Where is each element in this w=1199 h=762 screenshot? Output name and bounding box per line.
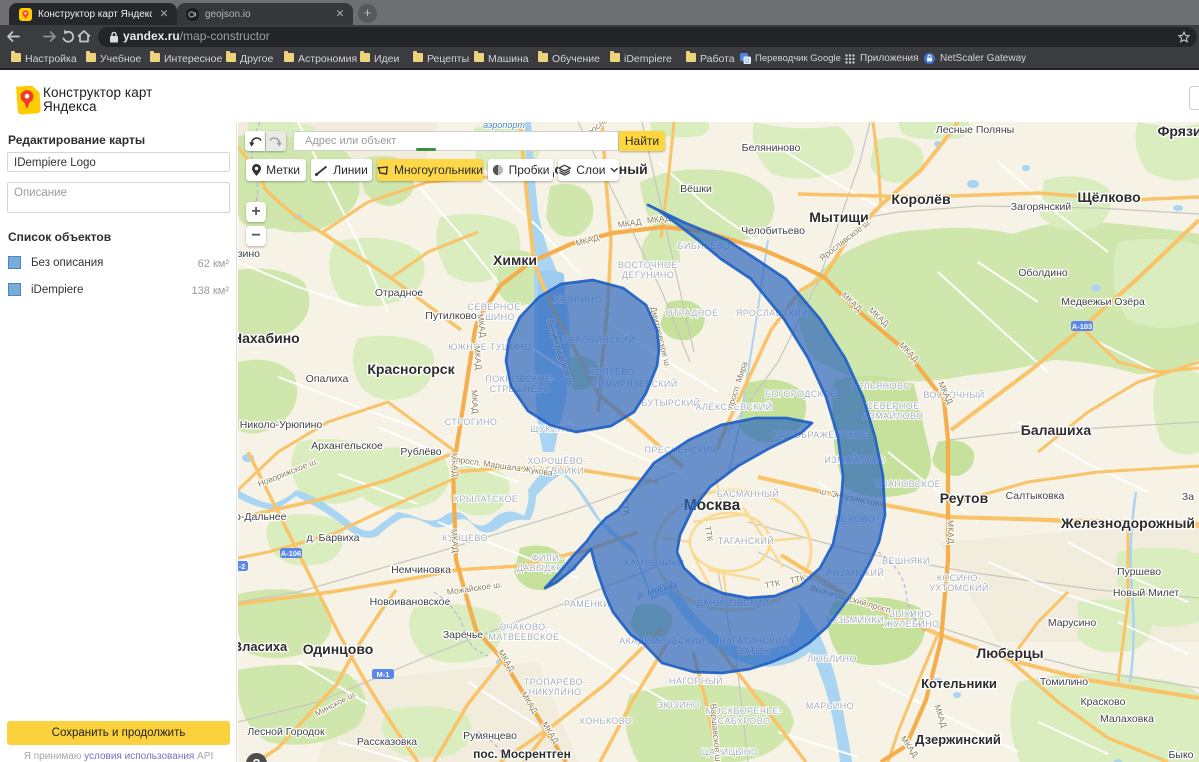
svg-text:ЛЮБЛИНО: ЛЮБЛИНО xyxy=(807,654,857,664)
svg-text:КОНЬКОВО: КОНЬКОВО xyxy=(580,716,633,726)
svg-text:пос. Мосрентген: пос. Мосрентген xyxy=(473,747,571,761)
svg-text:Быко: Быко xyxy=(1169,749,1194,761)
svg-text:Одинцово: Одинцово xyxy=(303,641,374,657)
svg-text:Опалиха: Опалиха xyxy=(306,373,349,385)
svg-text:озино: озино xyxy=(238,248,260,260)
svg-text:ЖУЛЕБИНО: ЖУЛЕБИНО xyxy=(885,619,940,629)
svg-text:Люберцы: Люберцы xyxy=(976,645,1043,661)
svg-text:СТРОГИНО: СТРОГИНО xyxy=(445,417,498,427)
svg-text:МКАД: МКАД xyxy=(449,529,461,554)
svg-text:Рассказовка: Рассказовка xyxy=(357,736,417,748)
svg-text:ЗЮЗИНО: ЗЮЗИНО xyxy=(658,700,700,710)
svg-text:УХТОМСКИЙ: УХТОМСКИЙ xyxy=(929,582,989,593)
svg-text:КОСИНО-: КОСИНО- xyxy=(937,573,981,583)
svg-text:Заречье: Заречье xyxy=(443,629,483,641)
svg-text:Дзержинский: Дзержинский xyxy=(915,732,1001,747)
svg-text:ФИЛИ-: ФИЛИ- xyxy=(532,553,563,563)
svg-text:ТАГАНСКИЙ: ТАГАНСКИЙ xyxy=(718,535,774,546)
svg-text:Томилино: Томилино xyxy=(1040,676,1088,688)
svg-text:Красково: Красково xyxy=(1081,696,1126,708)
svg-text:Оболдино: Оболдино xyxy=(1018,267,1068,279)
svg-text:ЦАРИЦЫНО: ЦАРИЦЫНО xyxy=(702,747,758,757)
svg-text:Салтыковка: Салтыковка xyxy=(1006,490,1065,502)
svg-text:ДЕГУНИНО: ДЕГУНИНО xyxy=(622,270,674,280)
svg-text:ОТРАДНОЕ: ОТРАДНОЕ xyxy=(666,308,719,318)
svg-text:Загорянский: Загорянский xyxy=(1011,201,1072,213)
svg-text:А-103: А-103 xyxy=(1072,322,1092,331)
svg-text:Фрязино: Фрязино xyxy=(1157,123,1199,139)
svg-text:ВОСТОЧНОЕ: ВОСТОЧНОЕ xyxy=(618,260,678,270)
svg-text:МКАД: МКАД xyxy=(472,345,484,370)
svg-text:ТРОПАРЁВО-: ТРОПАРЁВО- xyxy=(524,677,587,687)
svg-text:Новоивановское: Новоивановское xyxy=(370,596,451,608)
svg-text:СЕВЕРНОЕ: СЕВЕРНОЕ xyxy=(866,401,919,411)
svg-text:Марусино: Марусино xyxy=(1048,617,1096,629)
svg-text:аэропорт: аэропорт xyxy=(483,122,525,130)
svg-text:Беляниново: Беляниново xyxy=(742,142,801,154)
svg-text:Котельники: Котельники xyxy=(921,676,997,691)
svg-text:НИКУЛИНО: НИКУЛИНО xyxy=(529,687,582,697)
svg-text:Нахабино: Нахабино xyxy=(238,330,300,346)
svg-text:Лесной Городок: Лесной Городок xyxy=(247,726,325,738)
svg-text:А-106: А-106 xyxy=(281,549,301,558)
svg-text:Щёлково: Щёлково xyxy=(1077,189,1140,205)
svg-text:КУНЦЕВО: КУНЦЕВО xyxy=(442,533,488,543)
svg-text:Пуршево: Пуршево xyxy=(1117,566,1161,578)
svg-text:КРЫЛАТСКОЕ: КРЫЛАТСКОЕ xyxy=(454,494,519,504)
svg-text:-2: -2 xyxy=(239,562,246,571)
svg-text:Балашиха: Балашиха xyxy=(1021,422,1092,438)
svg-text:ОЧАКОВО-: ОЧАКОВО- xyxy=(499,622,549,632)
svg-text:Железнодорожный: Железнодорожный xyxy=(1060,515,1195,531)
svg-text:МАТВЕЕВСКОЕ: МАТВЕЕВСКОЕ xyxy=(488,632,559,642)
svg-text:Красногорск: Красногорск xyxy=(367,361,455,377)
svg-text:во-Дальнее: во-Дальнее xyxy=(238,511,287,523)
svg-text:Николо-Урюпино: Николо-Урюпино xyxy=(240,419,323,431)
svg-text:Власиха: Власиха xyxy=(238,639,288,654)
svg-text:Лесные Поляны: Лесные Поляны xyxy=(936,124,1014,136)
svg-text:МАРЬИНО: МАРЬИНО xyxy=(806,701,854,711)
svg-text:Немчиновка: Немчиновка xyxy=(391,564,451,576)
svg-text:ИЗМАЙЛОВО: ИЗМАЙЛОВО xyxy=(862,410,923,421)
svg-text:Вёшки: Вёшки xyxy=(680,183,712,195)
svg-text:Отрадное: Отрадное xyxy=(375,287,423,299)
svg-text:Новый Милет: Новый Милет xyxy=(1113,587,1180,599)
svg-text:Малаховка: Малаховка xyxy=(1100,713,1154,725)
svg-text:Реутов: Реутов xyxy=(940,490,989,506)
svg-text:Архангельское: Архангельское xyxy=(311,440,383,452)
svg-text:Путилково: Путилково xyxy=(425,310,477,322)
svg-text:НАГОРНЫЙ: НАГОРНЫЙ xyxy=(669,675,723,686)
svg-text:Химки: Химки xyxy=(493,252,537,268)
svg-text:САБУРОВО: САБУРОВО xyxy=(718,716,770,726)
svg-text:РАМЕНКИ: РАМЕНКИ xyxy=(564,599,610,609)
svg-text:М-1: М-1 xyxy=(377,670,390,679)
svg-text:МКАД: МКАД xyxy=(946,520,957,544)
svg-text:Медвежьи Озёра: Медвежьи Озёра xyxy=(1061,296,1145,308)
svg-text:БУТЫРСКИЙ: БУТЫРСКИЙ xyxy=(641,397,700,408)
svg-text:G: G xyxy=(745,59,750,64)
svg-text:Королёв: Королёв xyxy=(891,191,951,207)
svg-text:За: За xyxy=(1182,491,1194,503)
svg-text:Рублёво: Рублёво xyxy=(400,446,441,458)
svg-text:д. Барвиха: д. Барвиха xyxy=(307,532,360,544)
svg-text:Челобитьево: Челобитьево xyxy=(741,225,805,237)
svg-text:МКАД: МКАД xyxy=(469,390,480,414)
